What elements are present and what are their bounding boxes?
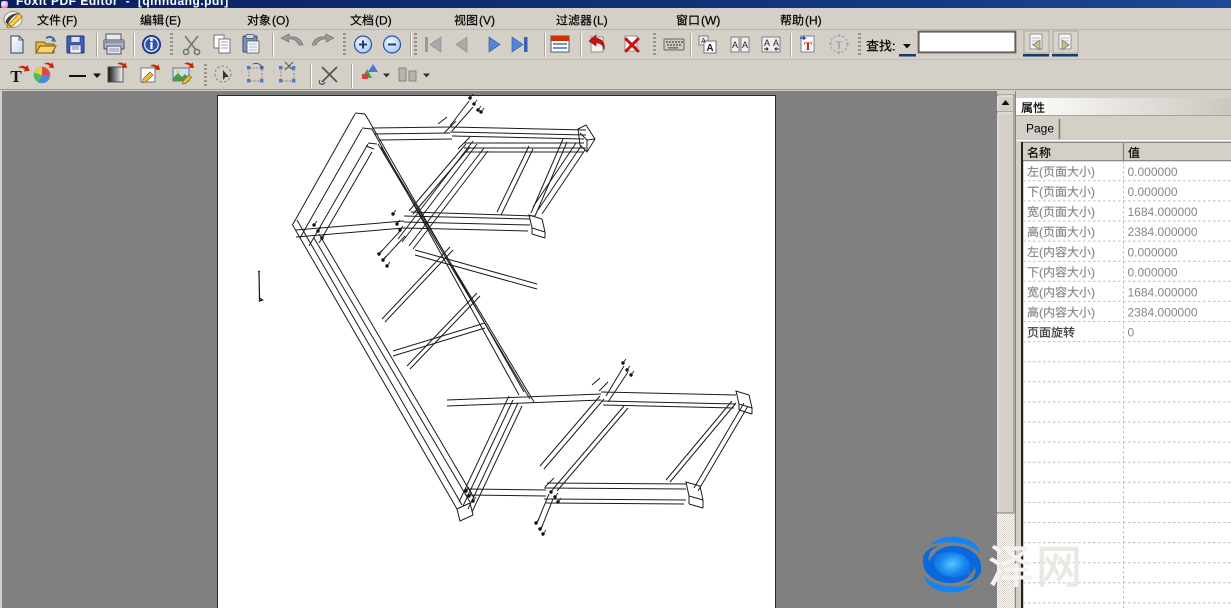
svg-text:0: 0: [1128, 326, 1135, 340]
svg-text:A: A: [742, 40, 748, 50]
svg-text:A: A: [706, 43, 713, 54]
svg-text:A: A: [732, 40, 738, 50]
svg-text:A: A: [773, 38, 779, 48]
svg-text:0.000000: 0.000000: [1128, 165, 1178, 179]
svg-text:2384.000000: 2384.000000: [1128, 306, 1198, 320]
svg-text:0.000000: 0.000000: [1128, 265, 1178, 279]
svg-text:0.000000: 0.000000: [1128, 245, 1178, 259]
svg-text:T: T: [836, 40, 843, 52]
svg-text:1684.000000: 1684.000000: [1128, 205, 1198, 219]
svg-text:T: T: [804, 39, 812, 53]
svg-text:0.000000: 0.000000: [1128, 185, 1178, 199]
svg-text:A: A: [701, 38, 706, 45]
svg-text:1684.000000: 1684.000000: [1128, 286, 1198, 300]
svg-text:A: A: [764, 38, 770, 48]
svg-text:T: T: [10, 67, 22, 86]
svg-text:2384.000000: 2384.000000: [1128, 225, 1198, 239]
svg-text:Page: Page: [1026, 122, 1054, 136]
